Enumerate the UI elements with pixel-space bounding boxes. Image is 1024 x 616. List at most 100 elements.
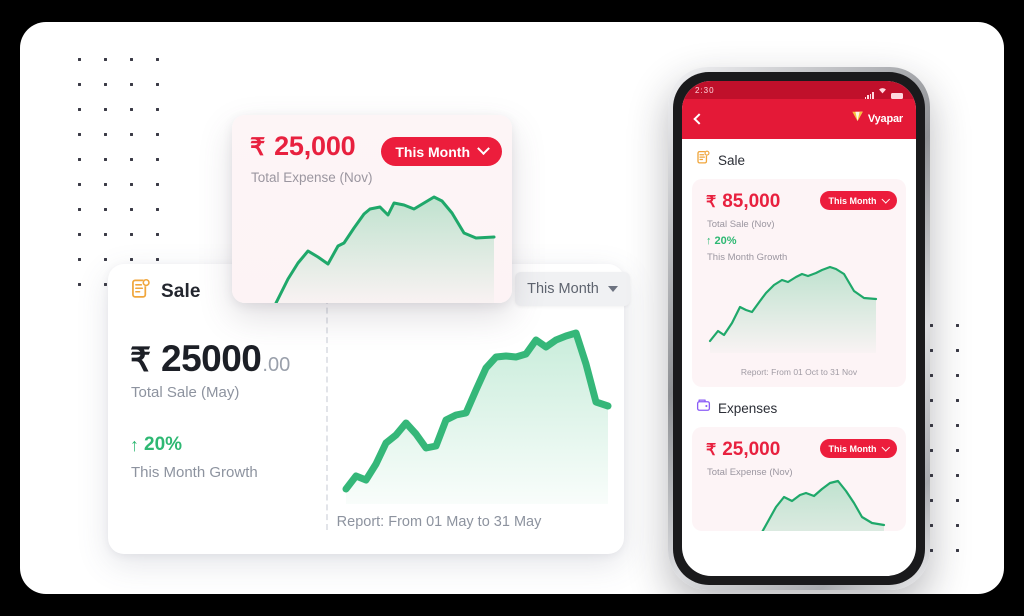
- desktop-sale-amount-decimals: .00: [262, 354, 291, 376]
- decorative-dot: [104, 283, 107, 286]
- decorative-dot: [156, 208, 159, 211]
- decorative-dot: [78, 208, 81, 211]
- decorative-dot: [930, 399, 933, 402]
- desktop-sale-subtitle: Total Sale (May): [131, 384, 240, 401]
- phone-sale-subtitle: Total Sale (Nov): [707, 219, 775, 230]
- rupee-symbol: ₹: [130, 341, 151, 378]
- phone-sale-growth: ↑ 20%: [706, 235, 737, 247]
- growth-up-arrow-icon: ↑: [706, 235, 712, 247]
- desktop-sale-card-title: Sale: [161, 280, 201, 302]
- floating-expense-subtitle: Total Expense (Nov): [251, 170, 373, 185]
- desktop-period-dropdown-label: This Month: [527, 281, 599, 297]
- decorative-dot: [156, 183, 159, 186]
- decorative-dot: [130, 158, 133, 161]
- vyapar-v-logo-icon: [851, 110, 864, 128]
- desktop-sale-area-chart: [342, 329, 612, 504]
- decorative-dot: [156, 133, 159, 136]
- wallet-icon: [696, 398, 711, 418]
- desktop-sale-growth-value: 20%: [144, 434, 183, 455]
- decorative-dot: [78, 183, 81, 186]
- decorative-dot: [956, 499, 959, 502]
- decorative-dot: [156, 58, 159, 61]
- phone-expenses-section-title: Expenses: [718, 400, 778, 416]
- phone-sale-section-title: Sale: [718, 152, 746, 168]
- sale-document-icon: [130, 278, 152, 305]
- vertical-dashed-divider: [326, 288, 328, 530]
- decorative-dot: [156, 158, 159, 161]
- decorative-dot: [930, 349, 933, 352]
- rupee-symbol: ₹: [706, 194, 717, 211]
- decorative-dot: [104, 158, 107, 161]
- phone-sale-section-header: Sale: [682, 139, 916, 179]
- decorative-dot: [956, 424, 959, 427]
- rupee-symbol: ₹: [706, 442, 717, 459]
- phone-sale-amount-value: 85,000: [722, 191, 781, 212]
- decorative-dot: [930, 424, 933, 427]
- decorative-dot: [104, 258, 107, 261]
- chevron-down-icon: [607, 286, 618, 292]
- chevron-down-icon: [881, 194, 890, 203]
- decorative-dot: [130, 108, 133, 111]
- phone-sale-card: ₹ 85,000 Total Sale (Nov) This Month ↑ 2…: [692, 179, 906, 387]
- decorative-dot: [956, 524, 959, 527]
- phone-screen: 2:30 Vyapar Sale ₹ 85,000 Total Sale (No…: [682, 81, 916, 576]
- decorative-dot: [104, 208, 107, 211]
- decorative-dot: [78, 83, 81, 86]
- desktop-sale-growth: ↑ 20%: [130, 434, 182, 456]
- phone-expense-amount: ₹ 25,000: [706, 439, 780, 461]
- decorative-dot: [930, 324, 933, 327]
- desktop-sale-report: Report: From 01 May to 31 May: [108, 514, 624, 530]
- decorative-dot: [104, 233, 107, 236]
- decorative-dot: [104, 133, 107, 136]
- status-bar-time: 2:30: [695, 85, 715, 95]
- phone-expenses-card: ₹ 25,000 Total Expense (Nov) This Month: [692, 427, 906, 531]
- signal-icon: [864, 92, 874, 99]
- chevron-down-icon: [477, 142, 490, 156]
- phone-sale-period-dropdown[interactable]: This Month: [819, 191, 897, 210]
- phone-mockup: 2:30 Vyapar Sale ₹ 85,000 Total Sale (No…: [668, 67, 930, 590]
- decorative-dot: [78, 108, 81, 111]
- decorative-dot: [956, 549, 959, 552]
- desktop-sale-amount: ₹ 25000 .00: [130, 338, 290, 380]
- phone-expense-area-chart: [761, 479, 886, 531]
- desktop-sale-card-header: Sale: [130, 278, 201, 305]
- vyapar-brand: Vyapar: [851, 110, 903, 128]
- decorative-dot: [930, 449, 933, 452]
- sale-document-icon: [696, 150, 711, 170]
- decorative-dot: [130, 258, 133, 261]
- decorative-dot: [156, 83, 159, 86]
- desktop-sale-growth-label: This Month Growth: [131, 464, 258, 481]
- decorative-dot: [930, 374, 933, 377]
- decorative-dot: [156, 233, 159, 236]
- decorative-dot: [78, 133, 81, 136]
- decorative-dot: [130, 183, 133, 186]
- phone-expense-period-dropdown-label: This Month: [828, 443, 877, 454]
- phone-bezel: 2:30 Vyapar Sale ₹ 85,000 Total Sale (No…: [673, 72, 925, 585]
- floating-expense-amount-value: 25,000: [274, 131, 356, 161]
- decorative-dot: [956, 399, 959, 402]
- decorative-dot: [78, 158, 81, 161]
- phone-sale-amount: ₹ 85,000: [706, 191, 780, 213]
- decorative-dot: [956, 349, 959, 352]
- phone-app-bar: Vyapar: [682, 99, 916, 139]
- decorative-dot: [130, 83, 133, 86]
- back-chevron-icon[interactable]: [693, 113, 705, 125]
- decorative-dot: [156, 258, 159, 261]
- decorative-dot: [930, 474, 933, 477]
- decorative-dot: [130, 233, 133, 236]
- decorative-dot: [956, 324, 959, 327]
- decorative-dot: [104, 83, 107, 86]
- phone-expense-period-dropdown[interactable]: This Month: [819, 439, 897, 458]
- white-canvas: Sale ₹ 25000 .00 Total Sale (May) ↑ 20% …: [20, 22, 1004, 594]
- decorative-dot: [930, 524, 933, 527]
- decorative-dot: [930, 549, 933, 552]
- phone-status-bar: 2:30: [682, 81, 916, 99]
- decorative-dot: [130, 58, 133, 61]
- floating-expense-area-chart: [274, 195, 496, 303]
- desktop-period-dropdown[interactable]: This Month: [515, 272, 630, 306]
- floating-expense-period-dropdown[interactable]: This Month: [381, 137, 502, 166]
- battery-icon: [891, 93, 903, 99]
- phone-sale-period-dropdown-label: This Month: [828, 195, 877, 206]
- status-bar-icons: [864, 81, 903, 99]
- wifi-icon: [878, 81, 887, 99]
